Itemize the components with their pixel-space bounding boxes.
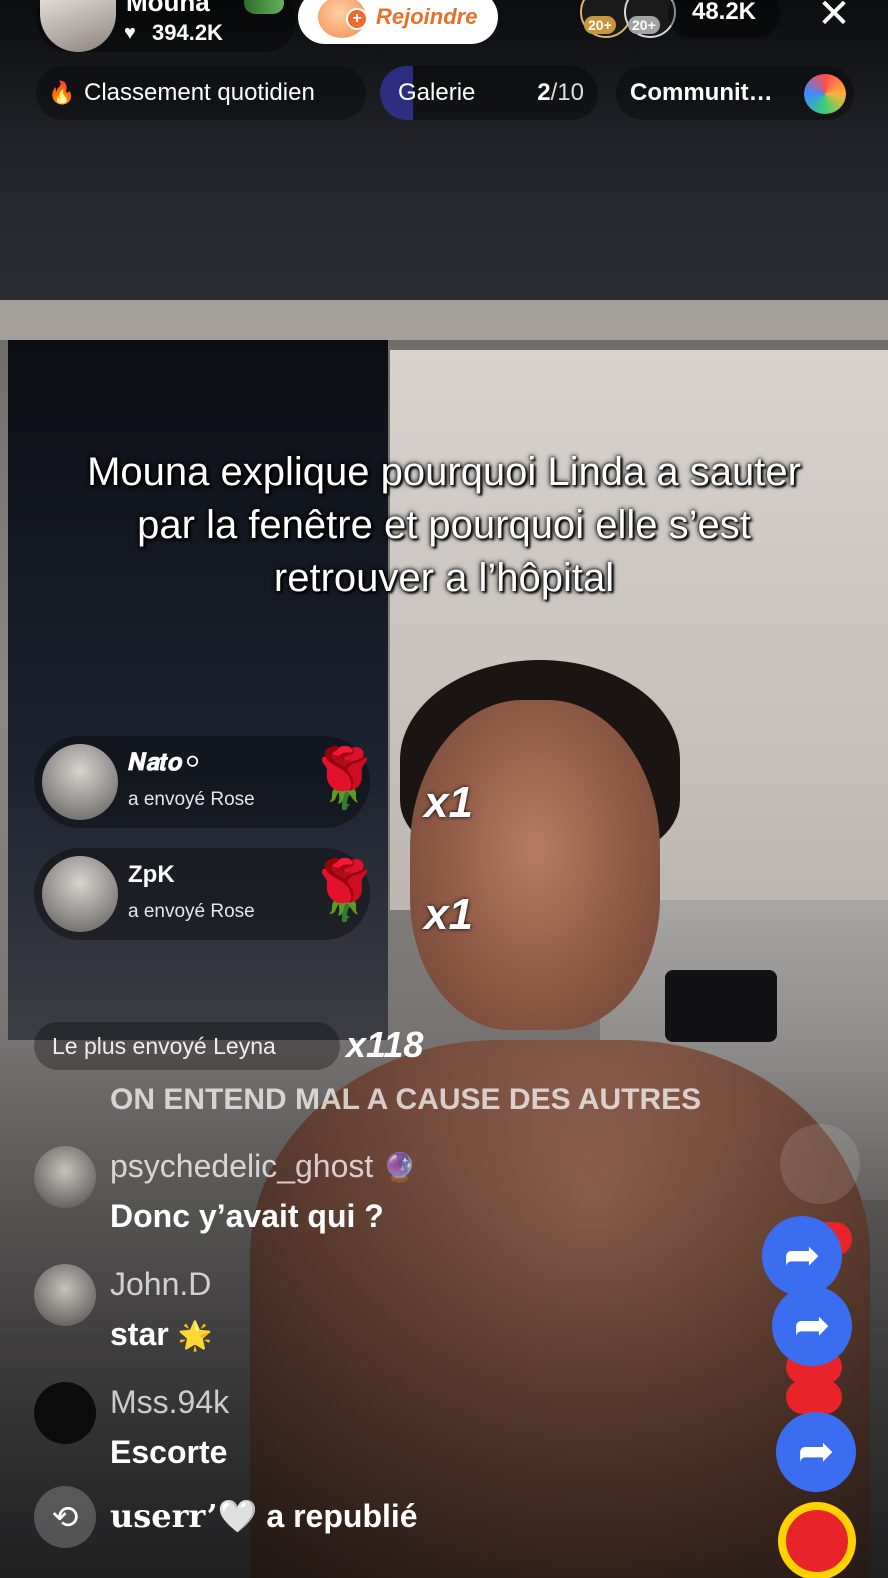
rose-icon: 🌹	[308, 746, 381, 811]
join-plus-icon: +	[346, 8, 368, 30]
chat-text: star 🌟	[110, 1316, 213, 1352]
streamer-face	[410, 700, 660, 1030]
gallery-label: Galerie	[398, 79, 476, 106]
chat-username[interactable]: John.D	[110, 1264, 211, 1304]
gallery-page-total: /10	[550, 79, 584, 106]
gallery-page-indicator: 2/10	[537, 66, 584, 120]
gallery-page-current: 2	[537, 79, 551, 106]
floating-share-ghost	[780, 1124, 860, 1204]
share-arrow-icon[interactable]: ➦	[772, 1286, 852, 1366]
gift-sender: ZpK	[128, 861, 175, 888]
gift-multiplier: x1	[424, 890, 473, 939]
daily-ranking-label: Classement quotidien	[84, 79, 315, 106]
crystal-ball-icon: 🔮	[382, 1152, 418, 1183]
chat-message: John.D star 🌟	[34, 1264, 594, 1360]
heart-icon: ♥	[124, 22, 136, 44]
host-name: Mouna	[126, 0, 210, 17]
repost-username[interactable]: userr’	[110, 1497, 218, 1535]
heart-icon	[786, 1380, 842, 1414]
community-icon	[804, 74, 846, 114]
chat-text: Escorte	[110, 1434, 228, 1470]
gallery-button[interactable]: Galerie 2/10	[380, 66, 598, 120]
rose-icon: 🌹	[308, 858, 381, 923]
avatar[interactable]	[42, 856, 118, 932]
chat-text: Donc y’avait qui ?	[110, 1198, 384, 1234]
gift-sender: 𝑵𝒂𝒕𝒐⚪	[128, 749, 203, 776]
avatar[interactable]	[34, 1146, 96, 1208]
viewer-rank-badge: 20+	[584, 16, 616, 34]
gift-description: a envoyé Rose	[128, 789, 255, 810]
chat-username[interactable]: Mss.94k	[110, 1382, 229, 1422]
share-arrow-icon[interactable]: ➦	[776, 1412, 856, 1492]
chat-message: psychedelic_ghost 🔮 Donc y’avait qui ?	[34, 1146, 594, 1242]
star-icon: 🌟	[177, 1320, 213, 1351]
reaction-icon[interactable]	[778, 1502, 856, 1578]
pinned-message: ON ENTEND MAL A CAUSE DES AUTRES	[110, 1083, 702, 1116]
gift-description: a envoyé Rose	[128, 901, 255, 922]
fire-icon: 🔥	[48, 80, 76, 105]
viewer-rank-badge: 20+	[628, 16, 660, 34]
daily-ranking-button[interactable]: 🔥 Classement quotidien	[36, 66, 366, 120]
repost-notice: ⟲ userr’🤍 a republié	[34, 1486, 444, 1548]
gift-multiplier: x1	[424, 778, 473, 827]
repost-text: userr’🤍 a republié	[110, 1497, 418, 1535]
host-likes: ♥ 394.2K	[124, 20, 223, 46]
host-likes-count: 394.2K	[152, 20, 223, 45]
share-arrow-icon[interactable]: ➦	[762, 1216, 842, 1296]
chat-message: Mss.94k Escorte	[34, 1382, 594, 1478]
avatar[interactable]	[42, 744, 118, 820]
avatar[interactable]	[34, 1264, 96, 1326]
host-badge-icon	[244, 0, 284, 14]
video-caption: Mouna explique pourquoi Linda a sauter p…	[87, 450, 801, 600]
handbag	[665, 970, 777, 1042]
close-icon[interactable]: ✕	[812, 0, 856, 36]
viewer-count[interactable]: 48.2K	[668, 0, 780, 38]
avatar[interactable]	[34, 1382, 96, 1444]
white-heart-icon: 🤍	[217, 1498, 258, 1534]
top-gifter-multiplier: x118	[346, 1024, 424, 1065]
top-gifter-banner[interactable]: Le plus envoyé Leyna	[34, 1022, 340, 1070]
chat-username[interactable]: psychedelic_ghost 🔮	[110, 1146, 417, 1188]
repost-icon: ⟲	[34, 1486, 96, 1548]
ceiling-trim	[0, 300, 888, 340]
